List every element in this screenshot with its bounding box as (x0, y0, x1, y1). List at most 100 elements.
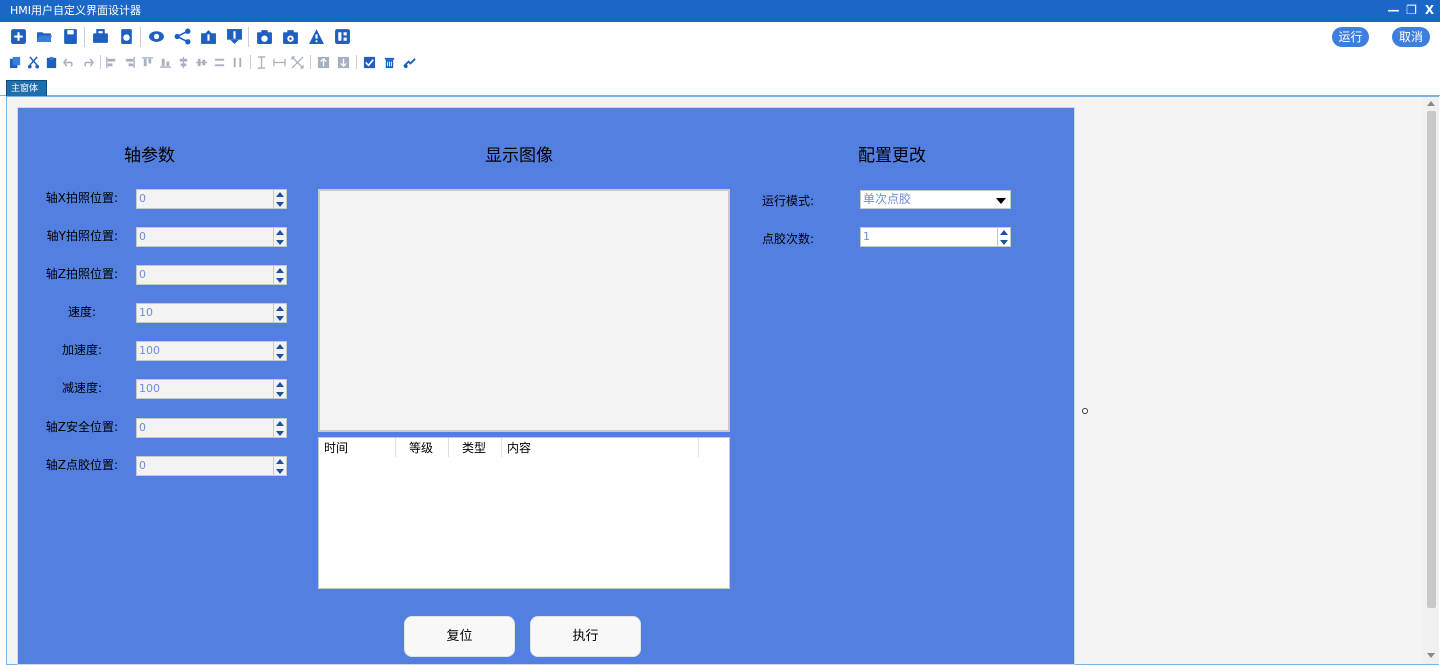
spin-up-icon[interactable] (274, 228, 286, 237)
speed-value[interactable]: 10 (136, 303, 274, 323)
spin-up-icon[interactable] (274, 190, 286, 199)
download-icon[interactable] (226, 28, 243, 45)
copy-icon[interactable] (8, 55, 22, 69)
spin-down-icon[interactable] (274, 466, 286, 475)
main-toolbar: 运行 取消 (0, 22, 1440, 52)
align-top-icon[interactable] (140, 55, 154, 69)
axis-z-dispense-value[interactable]: 0 (136, 456, 274, 476)
minimize-icon[interactable]: — (1387, 2, 1400, 19)
new-icon[interactable] (10, 28, 27, 45)
axis-z-safe-value[interactable]: 0 (136, 418, 274, 438)
spin-up-icon[interactable] (998, 228, 1010, 237)
same-height-icon[interactable] (254, 55, 268, 69)
cut-icon[interactable] (26, 55, 40, 69)
align-left-icon[interactable] (104, 55, 118, 69)
share-icon[interactable] (174, 28, 191, 45)
spin-up-icon[interactable] (274, 342, 286, 351)
export-icon[interactable] (118, 28, 135, 45)
preview-eye-icon[interactable] (148, 28, 165, 45)
dispense-count-spinbox[interactable]: 1 (860, 227, 1011, 247)
scroll-thumb[interactable] (1427, 111, 1436, 608)
axis-y-value[interactable]: 0 (136, 227, 274, 247)
paste-icon[interactable] (44, 55, 58, 69)
spin-down-icon[interactable] (274, 389, 286, 398)
column-time[interactable]: 时间 (319, 438, 396, 457)
axis-z-spinbox[interactable]: 0 (136, 265, 287, 285)
reset-button[interactable]: 复位 (404, 616, 515, 657)
spin-up-icon[interactable] (274, 266, 286, 275)
column-content[interactable]: 内容 (502, 438, 699, 457)
spin-down-icon[interactable] (274, 237, 286, 246)
deceleration-spinbox[interactable]: 100 (136, 379, 287, 399)
log-table[interactable]: 时间 等级 类型 内容 (318, 437, 730, 589)
tab-strip: 主窗体 (0, 78, 1440, 96)
align-bottom-icon[interactable] (158, 55, 172, 69)
align-center-horizontal-icon[interactable] (194, 55, 208, 69)
save-icon[interactable] (62, 28, 79, 45)
execute-button[interactable]: 执行 (530, 616, 641, 657)
axis-y-spinbox[interactable]: 0 (136, 227, 287, 247)
column-type[interactable]: 类型 (449, 438, 502, 457)
spin-up-icon[interactable] (274, 419, 286, 428)
spin-arrows (274, 341, 287, 361)
toolbox-icon[interactable] (92, 28, 109, 45)
spin-arrows (274, 379, 287, 399)
distribute-horizontal-icon[interactable] (212, 55, 226, 69)
undo-icon[interactable] (62, 55, 76, 69)
axis-x-spinbox[interactable]: 0 (136, 189, 287, 209)
deceleration-value[interactable]: 100 (136, 379, 274, 399)
axis-z-safe-spinbox[interactable]: 0 (136, 418, 287, 438)
run-mode-select[interactable]: 单次点胶 (860, 190, 1011, 209)
camera-settings-icon[interactable] (282, 28, 299, 45)
warning-icon[interactable] (308, 28, 325, 45)
close-icon[interactable]: X (1423, 2, 1436, 19)
run-button[interactable]: 运行 (1332, 27, 1369, 47)
column-level[interactable]: 等级 (396, 438, 449, 457)
dispense-count-value[interactable]: 1 (860, 227, 998, 247)
spin-up-icon[interactable] (274, 380, 286, 389)
run-mode-value: 单次点胶 (863, 192, 912, 206)
same-size-icon[interactable] (290, 55, 304, 69)
bring-front-icon[interactable] (316, 55, 330, 69)
layout-icon[interactable] (334, 28, 351, 45)
chevron-down-icon (996, 198, 1006, 204)
align-center-vertical-icon[interactable] (176, 55, 190, 69)
spin-up-icon[interactable] (274, 304, 286, 313)
spin-down-icon[interactable] (274, 428, 286, 437)
align-right-icon[interactable] (122, 55, 136, 69)
tool-icon[interactable] (402, 55, 416, 69)
spin-down-icon[interactable] (998, 237, 1010, 246)
camera-icon[interactable] (256, 28, 273, 45)
upload-icon[interactable] (200, 28, 217, 45)
vertical-scrollbar[interactable] (1423, 97, 1439, 664)
spin-down-icon[interactable] (274, 313, 286, 322)
axis-section-title: 轴参数 (124, 146, 175, 166)
delete-icon[interactable] (382, 55, 396, 69)
select-all-icon[interactable] (362, 55, 376, 69)
scroll-down-icon[interactable] (1427, 653, 1435, 658)
acceleration-value[interactable]: 100 (136, 341, 274, 361)
spin-up-icon[interactable] (274, 457, 286, 466)
spin-down-icon[interactable] (274, 275, 286, 284)
axis-x-value[interactable]: 0 (136, 189, 274, 209)
axis-z-dispense-spinbox[interactable]: 0 (136, 456, 287, 476)
send-back-icon[interactable] (336, 55, 350, 69)
redo-icon[interactable] (80, 55, 94, 69)
same-width-icon[interactable] (272, 55, 286, 69)
speed-spinbox[interactable]: 10 (136, 303, 287, 323)
spin-down-icon[interactable] (274, 199, 286, 208)
distribute-vertical-icon[interactable] (230, 55, 244, 69)
axis-z-value[interactable]: 0 (136, 265, 274, 285)
run-mode-label: 运行模式: (761, 194, 814, 208)
restore-icon[interactable]: ❐ (1405, 2, 1418, 19)
spin-down-icon[interactable] (274, 351, 286, 360)
scroll-up-icon[interactable] (1427, 101, 1435, 106)
toolbar-separator (140, 27, 141, 47)
cancel-button[interactable]: 取消 (1392, 27, 1430, 47)
tab-main-form[interactable]: 主窗体 (6, 80, 48, 96)
open-folder-icon[interactable] (36, 28, 53, 45)
design-surface[interactable]: 轴参数 显示图像 配置更改 轴X拍照位置: 0 轴Y拍照位置: 0 轴Z拍照位置… (17, 107, 1088, 665)
acceleration-spinbox[interactable]: 100 (136, 341, 287, 361)
image-section-title: 显示图像 (485, 146, 553, 166)
resize-handle[interactable] (1082, 408, 1088, 414)
